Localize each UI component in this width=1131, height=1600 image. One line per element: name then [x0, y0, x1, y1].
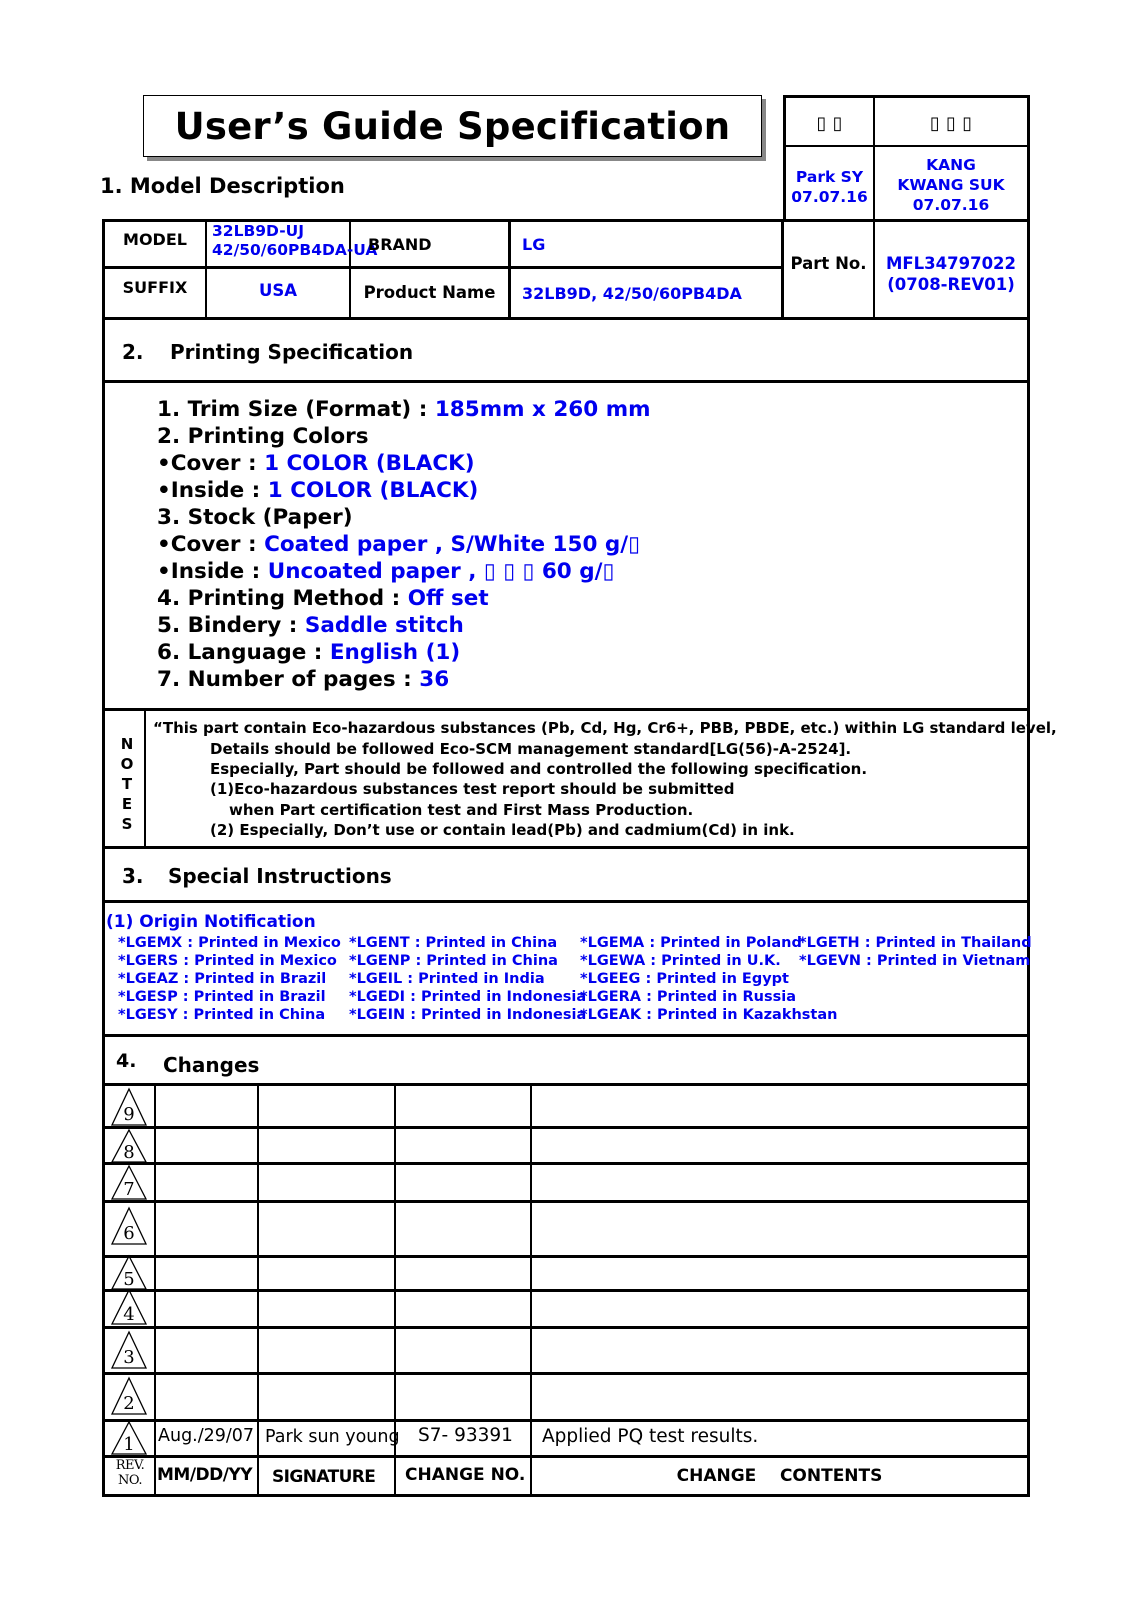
changes-section-number: 4.	[116, 1050, 137, 1072]
revision-triangle-icon: 1	[110, 1420, 148, 1455]
spec-item-cover-paper: •Cover : Coated paper , S/White 150 g/▯	[157, 532, 640, 557]
change-row-1-signature: Park sun young	[265, 1427, 400, 1447]
origin-notification-title: (1) Origin Notification	[106, 912, 316, 932]
product-name-label: Product Name	[363, 283, 496, 302]
product-name-value: 32LB9D, 42/50/60PB4DA	[522, 284, 742, 303]
change-row-1-date: Aug./29/07	[158, 1426, 255, 1446]
suffix-value: USA	[258, 281, 298, 300]
approval-col2-name-line1: KANG	[926, 156, 976, 174]
spec-item-printing-method: 4. Printing Method : Off set	[157, 586, 489, 611]
model-value-line2: 42/50/60PB4DA-UA	[212, 241, 378, 259]
spec-item-bindery: 5. Bindery : Saddle stitch	[157, 613, 464, 638]
date-column-label: MM/DD/YY	[157, 1465, 253, 1485]
change-no-column-label: CHANGE NO.	[405, 1465, 526, 1485]
changes-section-title: Changes	[163, 1053, 260, 1077]
special-section-title: Special Instructions	[168, 864, 392, 888]
revision-triangle-icon: 6	[110, 1206, 148, 1245]
svg-text:2: 2	[123, 1393, 134, 1414]
spec-item-number-of-pages: 7. Number of pages : 36	[157, 667, 450, 692]
origin-item: *LGEEG : Printed in Egypt	[580, 971, 789, 987]
origin-item: *LGEAZ : Printed in Brazil	[118, 971, 327, 987]
origin-item: *LGEIN : Printed in Indonesia	[349, 1007, 587, 1023]
svg-text:8: 8	[123, 1142, 134, 1163]
spec-item-stock: 3. Stock (Paper)	[157, 505, 353, 530]
origin-item: *LGENP : Printed in China	[349, 953, 558, 969]
revision-triangle-icon: 7	[110, 1164, 148, 1200]
part-no-value: MFL34797022 (0708-REV01)	[875, 253, 1027, 295]
origin-item: *LGESP : Printed in Brazil	[118, 989, 326, 1005]
printing-section-title: Printing Specification	[170, 340, 414, 364]
change-contents-column-label: CHANGE CONTENTS	[676, 1466, 883, 1486]
revision-triangle-icon: 5	[110, 1254, 148, 1290]
approval-col2-value: KANG KWANG SUK 07.07.16	[875, 155, 1027, 215]
approval-col1-date: 07.07.16	[791, 188, 868, 206]
notes-line: Details should be followed Eco-SCM manag…	[210, 740, 852, 758]
svg-text:7: 7	[123, 1179, 134, 1200]
origin-item: *LGESY : Printed in China	[118, 1007, 326, 1023]
spec-item-inside-color: •Inside : 1 COLOR (BLACK)	[157, 478, 479, 503]
spec-item-trim-size: 1. Trim Size (Format) : 185mm x 260 mm	[157, 397, 651, 422]
signature-column-label: SIGNATURE	[272, 1467, 376, 1487]
approval-col2-name-line2: KWANG SUK	[897, 176, 1005, 194]
approval-col1-name: Park SY	[795, 168, 864, 186]
origin-item: *LGEMX : Printed in Mexico	[118, 935, 341, 951]
approval-col2-heading: ▯ ▯ ▯	[929, 113, 973, 134]
notes-line: (2) Especially, Don’t use or contain lea…	[210, 821, 795, 839]
spec-item-cover-color: •Cover : 1 COLOR (BLACK)	[157, 451, 475, 476]
part-no-line2: (0708-REV01)	[887, 275, 1015, 294]
spec-item-printing-colors: 2. Printing Colors	[157, 424, 369, 449]
revision-triangle-icon: 9	[110, 1087, 148, 1126]
part-no-line1: MFL34797022	[885, 254, 1017, 273]
approval-col1-heading: ▯ ▯	[816, 113, 843, 134]
origin-item: *LGETH : Printed in Thailand	[799, 935, 1032, 951]
origin-item: *LGEAK : Printed in Kazakhstan	[580, 1007, 838, 1023]
svg-text:1: 1	[123, 1434, 134, 1455]
notes-line: Especially, Part should be followed and …	[210, 760, 868, 778]
section-model-description-heading: 1. Model Description	[100, 174, 345, 198]
revision-triangle-icon: 8	[110, 1128, 148, 1163]
notes-line: (1)Eco-hazardous substances test report …	[210, 780, 735, 798]
model-value: 32LB9D-UJ 42/50/60PB4DA-UA	[212, 222, 377, 260]
origin-item: *LGERA : Printed in Russia	[580, 989, 797, 1005]
spec-item-inside-paper: •Inside : Uncoated paper , ▯ ▯ ▯ 60 g/▯	[157, 559, 615, 584]
change-row-1-change-no: S7- 93391	[418, 1425, 513, 1446]
part-no-label: Part No.	[790, 254, 867, 273]
notes-line: when Part certification test and First M…	[229, 801, 694, 819]
origin-item: *LGEMA : Printed in Poland	[580, 935, 802, 951]
origin-item: *LGEWA : Printed in U.K.	[580, 953, 781, 969]
change-row-1-contents: Applied PQ test results.	[542, 1426, 759, 1447]
origin-item: *LGEDI : Printed in Indonesia	[349, 989, 587, 1005]
svg-text:4: 4	[123, 1304, 134, 1325]
rev-no-label: REV. NO.	[115, 1458, 145, 1488]
approval-col1-value: Park SY 07.07.16	[786, 167, 873, 207]
model-label: MODEL	[123, 230, 187, 249]
suffix-label: SUFFIX	[122, 278, 188, 297]
revision-triangle-icon: 2	[110, 1376, 148, 1415]
special-section-number: 3.	[122, 864, 144, 888]
model-value-line1: 32LB9D-UJ	[212, 222, 304, 240]
notes-line: “This part contain Eco-hazardous substan…	[153, 719, 1057, 737]
brand-value: LG	[522, 235, 546, 254]
svg-text:6: 6	[123, 1223, 134, 1244]
svg-text:3: 3	[123, 1347, 134, 1368]
origin-item: *LGERS : Printed in Mexico	[118, 953, 337, 969]
approval-col2-date: 07.07.16	[912, 196, 990, 214]
origin-item: *LGEIL : Printed in India	[349, 971, 545, 987]
origin-item: *LGEVN : Printed in Vietnam	[799, 953, 1031, 969]
document-title: User’s Guide Specification	[143, 95, 762, 157]
origin-item: *LGENT : Printed in China	[349, 935, 558, 951]
printing-section-number: 2.	[122, 340, 144, 364]
revision-triangle-icon: 4	[110, 1288, 148, 1325]
spec-item-language: 6. Language : English (1)	[157, 640, 461, 665]
svg-text:9: 9	[123, 1104, 134, 1125]
revision-triangle-icon: 3	[110, 1330, 148, 1369]
svg-text:5: 5	[123, 1269, 134, 1290]
brand-label: BRAND	[368, 235, 432, 254]
